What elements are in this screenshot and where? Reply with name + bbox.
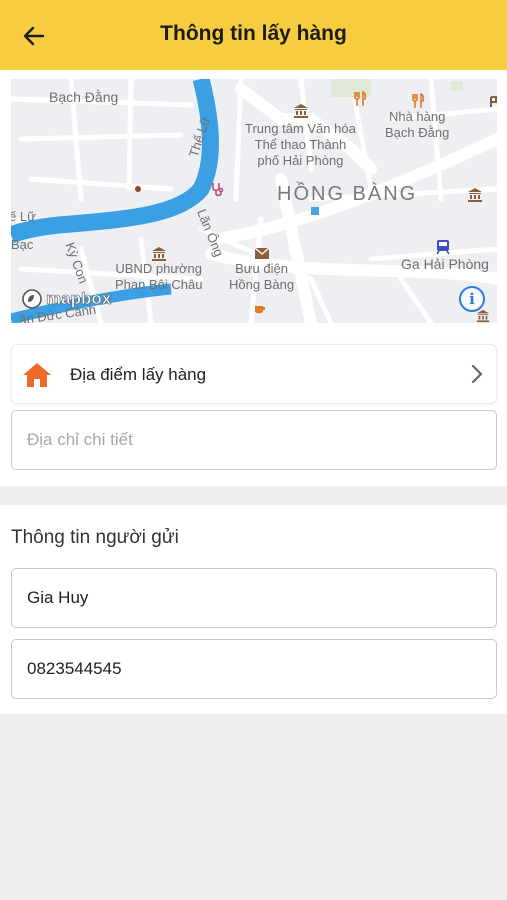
train-station-icon: [436, 240, 450, 255]
museum-icon: [468, 188, 482, 202]
poi-icon: [490, 96, 497, 107]
hospital-icon: [212, 183, 224, 197]
map-label-trung-tam: Trung tâm Văn hóa Thể thao Thành phố Hải…: [245, 121, 356, 168]
home-icon: [23, 363, 51, 387]
pickup-location-label: Địa điểm lấy hàng: [70, 365, 207, 384]
mapbox-logo-icon: [22, 289, 42, 309]
map-label-ubnd: UBND phường Phan Bội Châu: [115, 261, 203, 292]
mapbox-attribution[interactable]: mapbox: [21, 288, 111, 310]
restaurant-icon: [354, 91, 367, 106]
sender-section-title: Thông tin người gửi: [11, 527, 179, 548]
chevron-right-icon: [471, 364, 483, 384]
map-label-bac: Bạc: [11, 237, 34, 252]
page-title: Thông tin lấy hàng: [160, 22, 347, 45]
pickup-section: Bạch Đằng Thế Lữ Trung tâm Văn hóa Thể t…: [0, 70, 507, 486]
map-view[interactable]: Bạch Đằng Thế Lữ Trung tâm Văn hóa Thể t…: [11, 79, 497, 323]
map-label-bach-dang: Bạch Đằng: [49, 89, 119, 105]
sender-name-field[interactable]: [11, 568, 497, 628]
address-detail-input[interactable]: [11, 410, 497, 470]
museum-icon: [476, 309, 490, 323]
map-info-icon[interactable]: i: [459, 286, 485, 312]
map-label-lu: ế Lữ: [11, 209, 36, 224]
restaurant-icon: [412, 93, 425, 108]
map-label-district: HỒNG BÀNG: [277, 183, 418, 205]
mapbox-wordmark: mapbox: [46, 289, 112, 309]
pickup-location-selector[interactable]: Địa điểm lấy hàng: [11, 344, 497, 404]
museum-icon: [294, 104, 308, 118]
cafe-icon: [255, 306, 265, 314]
app-header: Thông tin lấy hàng: [0, 0, 507, 70]
map-label-nha-hang: Nhà hàng Bạch Đằng: [385, 109, 450, 140]
museum-icon: [152, 247, 166, 261]
sender-phone-field[interactable]: [11, 639, 497, 699]
post-office-icon: [254, 247, 270, 259]
sender-section: Thông tin người gửi: [0, 505, 507, 714]
map-label-buu-dien: Bưu điện Hồng Bàng: [229, 261, 295, 292]
map-label-ga-hai-phong: Ga Hải Phòng: [401, 256, 489, 272]
